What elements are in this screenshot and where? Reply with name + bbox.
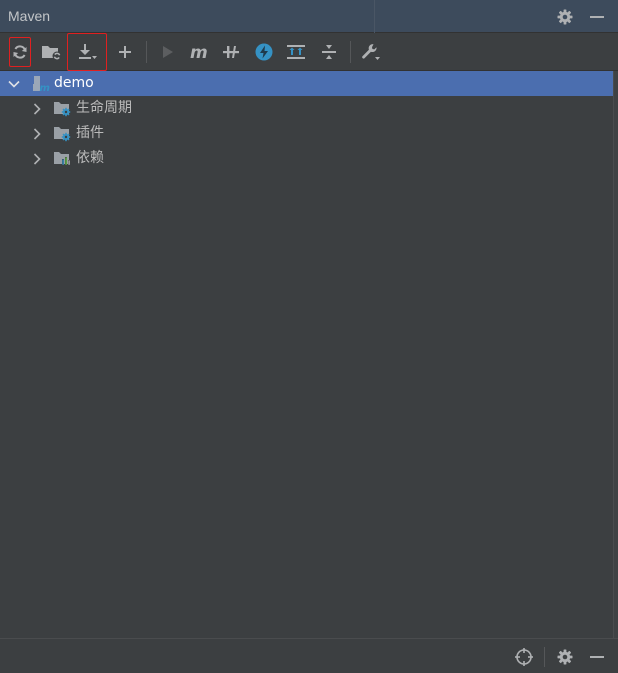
tree-row-dependencies[interactable]: 依赖: [0, 146, 613, 171]
toolbar-separator: [350, 41, 351, 63]
reimport-folder-button[interactable]: [37, 37, 65, 67]
tree-item-label: 生命周期: [76, 100, 132, 116]
run-maven-build-button[interactable]: [153, 37, 181, 67]
run-icon: [163, 46, 173, 58]
header-settings-button[interactable]: [554, 6, 576, 28]
toolbar-separator: [146, 41, 147, 63]
add-icon: [119, 46, 131, 58]
bottom-hide-button[interactable]: [586, 646, 608, 668]
tree-item-label: 插件: [76, 125, 104, 141]
svg-text:m: m: [40, 83, 50, 92]
tree-row-plugins[interactable]: 插件: [0, 121, 613, 146]
execute-maven-goal-button[interactable]: m: [185, 37, 213, 67]
chevron-right-icon[interactable]: [30, 102, 44, 116]
bottom-settings-button[interactable]: [554, 646, 576, 668]
maven-toolbar: m: [0, 33, 618, 71]
gear-icon: [557, 649, 573, 665]
vertical-scrollbar[interactable]: [613, 71, 618, 638]
build-tools-settings-button[interactable]: [357, 37, 385, 67]
maven-goal-icon: m: [190, 43, 208, 61]
crosshair-icon: [515, 648, 533, 666]
folder-reload-icon: [42, 46, 62, 61]
toggle-offline-icon: [223, 46, 239, 58]
dependencies-folder-icon: [54, 152, 70, 165]
tree-item-label: demo: [54, 75, 94, 91]
show-dependencies-icon: [287, 45, 305, 59]
chevron-right-icon[interactable]: [30, 152, 44, 166]
chevron-right-icon[interactable]: [30, 127, 44, 141]
maven-projects-tree: m demo 生命周期 插件 依赖: [0, 71, 613, 171]
minimize-icon: [590, 656, 604, 658]
tool-window-bottom-bar: [0, 638, 618, 673]
tree-item-label: 依赖: [76, 150, 104, 166]
collapse-all-icon: [322, 45, 336, 59]
chevron-down-icon[interactable]: [7, 77, 21, 91]
lifecycle-folder-icon: [54, 102, 71, 117]
add-maven-project-button[interactable]: [111, 37, 139, 67]
collapse-all-button[interactable]: [315, 37, 343, 67]
plugins-folder-icon: [54, 127, 71, 142]
reload-all-projects-button[interactable]: [9, 37, 31, 67]
locate-button[interactable]: [513, 646, 535, 668]
build-tools-settings-icon: [362, 44, 380, 60]
download-sources-button[interactable]: [67, 33, 107, 71]
svg-text:m: m: [190, 43, 208, 61]
download-icon: [79, 44, 97, 59]
gear-icon: [557, 9, 573, 25]
statusbar-separator: [544, 647, 545, 667]
minimize-icon: [590, 16, 604, 18]
maven-module-icon: m: [33, 76, 50, 92]
reload-icon: [13, 45, 27, 59]
toggle-skip-tests-button[interactable]: [250, 37, 278, 67]
tree-row-demo[interactable]: m demo: [0, 71, 613, 96]
panel-title: Maven: [8, 8, 51, 24]
toggle-offline-mode-button[interactable]: [217, 37, 245, 67]
header-hide-button[interactable]: [586, 6, 608, 28]
tool-window-header: Maven: [0, 0, 618, 33]
skip-tests-icon: [255, 43, 273, 61]
header-divider: [374, 0, 375, 33]
show-dependencies-button[interactable]: [282, 37, 310, 67]
tree-row-lifecycle[interactable]: 生命周期: [0, 96, 613, 121]
